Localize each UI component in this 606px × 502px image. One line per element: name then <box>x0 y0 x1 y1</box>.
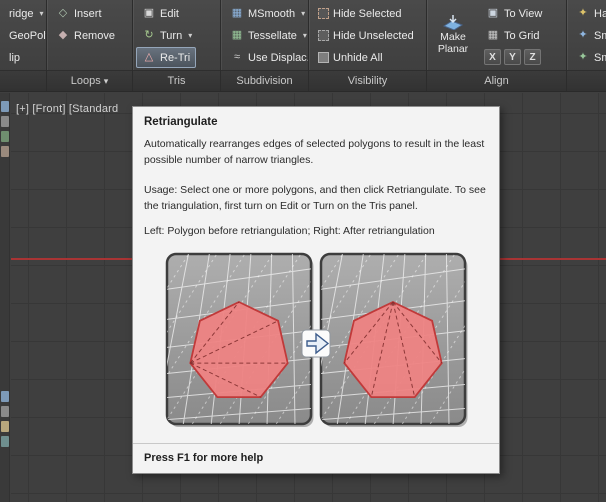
align-y-button[interactable]: Y <box>504 49 521 65</box>
harden-button[interactable]: ✦ Har <box>570 3 606 24</box>
ribbon-section-edge-right: ✦ Har ✦ Smo ✦ Smo <box>566 0 606 91</box>
hide-selected-label: Hide Selected <box>333 7 402 20</box>
smooth-button[interactable]: ✦ Smo <box>570 25 606 46</box>
turn-button[interactable]: ↻ Turn <box>136 25 198 46</box>
section-label-empty <box>0 70 46 91</box>
retriangulate-button[interactable]: △ Re-Tri <box>136 47 197 68</box>
unhide-all-icon <box>318 52 329 63</box>
turn-label: Turn <box>160 29 183 42</box>
retriangulate-icon: △ <box>144 51 154 63</box>
insert-label: Insert <box>74 7 102 20</box>
side-toolbar-icon[interactable] <box>1 131 9 142</box>
align-section-label: Align <box>427 70 566 91</box>
flip-label: lip <box>9 51 21 64</box>
tessellate-icon: ▦ <box>231 29 243 41</box>
edit-icon: ▣ <box>143 7 155 19</box>
make-planar-icon <box>442 15 464 31</box>
hide-selected-icon <box>318 8 329 19</box>
remove-label: Remove <box>74 29 115 42</box>
hide-unselected-icon <box>318 30 329 41</box>
remove-icon: ◆ <box>58 29 68 41</box>
viewport-label[interactable]: [+] [Front] [Standard <box>16 103 118 115</box>
smooth-icon: ✦ <box>578 29 588 41</box>
tooltip-description: Automatically rearranges edges of select… <box>144 138 485 166</box>
harden-icon: ✦ <box>578 7 588 19</box>
use-displacement-button[interactable]: ≈ Use Displac... <box>224 47 308 68</box>
align-to-grid-button[interactable]: ▦ To Grid <box>480 25 548 46</box>
tooltip-title: Retriangulate <box>144 116 218 128</box>
smooth-label: Smo <box>594 29 606 42</box>
retriangulate-tooltip: Retriangulate Automatically rearranges e… <box>132 106 500 474</box>
align-x-button[interactable]: X <box>484 49 501 65</box>
turn-icon: ↻ <box>144 29 154 41</box>
geopoly-label: GeoPoly <box>9 29 46 42</box>
ribbon-section-tris: ▣ Edit ↻ Turn △ Re-Tri Tris <box>132 0 220 91</box>
hide-unselected-button[interactable]: Hide Unselected <box>312 25 420 46</box>
smooth-30-label: Smo <box>594 51 606 64</box>
to-view-icon: ▣ <box>487 7 499 19</box>
align-z-button[interactable]: Z <box>524 49 541 65</box>
hide-selected-button[interactable]: Hide Selected <box>312 3 408 24</box>
tooltip-usage: Usage: Select one or more polygons, and … <box>144 184 486 212</box>
side-toolbar-icon[interactable] <box>1 391 9 402</box>
ribbon-section-loops: ◇ Insert ◆ Remove Loops <box>46 0 132 91</box>
side-toolbar-icon[interactable] <box>1 421 9 432</box>
ribbon-section-align: Make Planar ▣ To View ▦ To Grid X Y Z Alig… <box>426 0 566 91</box>
to-grid-icon: ▦ <box>487 29 499 41</box>
visibility-section-label: Visibility <box>309 70 426 91</box>
retriangulate-illustration <box>164 252 468 430</box>
smooth-30-icon: ✦ <box>578 51 588 63</box>
smooth-30-button[interactable]: ✦ Smo <box>570 47 606 68</box>
loops-section-label[interactable]: Loops <box>47 70 132 91</box>
harden-label: Har <box>594 7 606 20</box>
tessellate-button[interactable]: ▦ Tessellate <box>224 25 308 46</box>
edit-label: Edit <box>160 7 179 20</box>
edit-button[interactable]: ▣ Edit <box>136 3 185 24</box>
unhide-all-label: Unhide All <box>333 51 383 64</box>
tessellate-label: Tessellate <box>248 29 297 42</box>
use-displacement-icon: ≈ <box>233 51 241 63</box>
hide-unselected-label: Hide Unselected <box>333 29 414 42</box>
side-toolbar <box>0 93 10 502</box>
to-view-label: To View <box>504 7 543 20</box>
side-toolbar-icon[interactable] <box>1 436 9 447</box>
viewport[interactable]: [+] [Front] [Standard Retriangulate Auto… <box>0 93 606 502</box>
msmooth-label: MSmooth <box>248 7 296 20</box>
ribbon-toolbar: ridge GeoPoly lip ◇Insert ◆Remove Loops … <box>0 0 606 92</box>
flip-button[interactable]: lip <box>3 47 26 68</box>
side-toolbar-icon[interactable] <box>1 116 9 127</box>
side-toolbar-icon[interactable] <box>1 146 9 157</box>
insert-icon: ◇ <box>58 7 68 19</box>
bridge-label: ridge <box>9 7 34 20</box>
tooltip-caption: Left: Polygon before retriangulation; Ri… <box>144 225 435 238</box>
remove-button[interactable]: ◆ Remove <box>50 25 121 46</box>
section-label-empty <box>567 70 606 91</box>
ribbon-section-subdivision: ▦ MSmooth ▦ Tessellate ≈ Use Displac... Sub… <box>220 0 308 91</box>
side-toolbar-icon[interactable] <box>1 406 9 417</box>
bridge-button[interactable]: ridge <box>3 3 46 24</box>
unhide-all-button[interactable]: Unhide All <box>312 47 389 68</box>
ribbon-section-visibility: Hide Selected Hide Unselected Unhide All… <box>308 0 426 91</box>
app-window: ridge GeoPoly lip ◇Insert ◆Remove Loops … <box>0 0 606 502</box>
align-to-view-button[interactable]: ▣ To View <box>480 3 548 24</box>
make-planar-button[interactable]: Make Planar <box>430 3 476 67</box>
msmooth-icon: ▦ <box>231 7 243 19</box>
ribbon-section-edge-left: ridge GeoPoly lip <box>0 0 46 91</box>
retriangulate-label: Re-Tri <box>160 51 191 64</box>
side-toolbar-icon[interactable] <box>1 101 9 112</box>
arrow-icon <box>301 329 331 358</box>
to-grid-label: To Grid <box>504 29 540 42</box>
subdivision-section-label: Subdivision <box>221 70 308 91</box>
geopoly-button[interactable]: GeoPoly <box>3 25 46 46</box>
msmooth-button[interactable]: ▦ MSmooth <box>224 3 308 24</box>
use-displacement-label: Use Displac... <box>248 51 308 64</box>
make-planar-label: Make Planar <box>437 31 469 55</box>
insert-button[interactable]: ◇ Insert <box>50 3 108 24</box>
tooltip-footer: Press F1 for more help <box>133 442 499 473</box>
align-axis-keys: X Y Z <box>480 47 548 67</box>
tris-section-label: Tris <box>133 70 220 91</box>
